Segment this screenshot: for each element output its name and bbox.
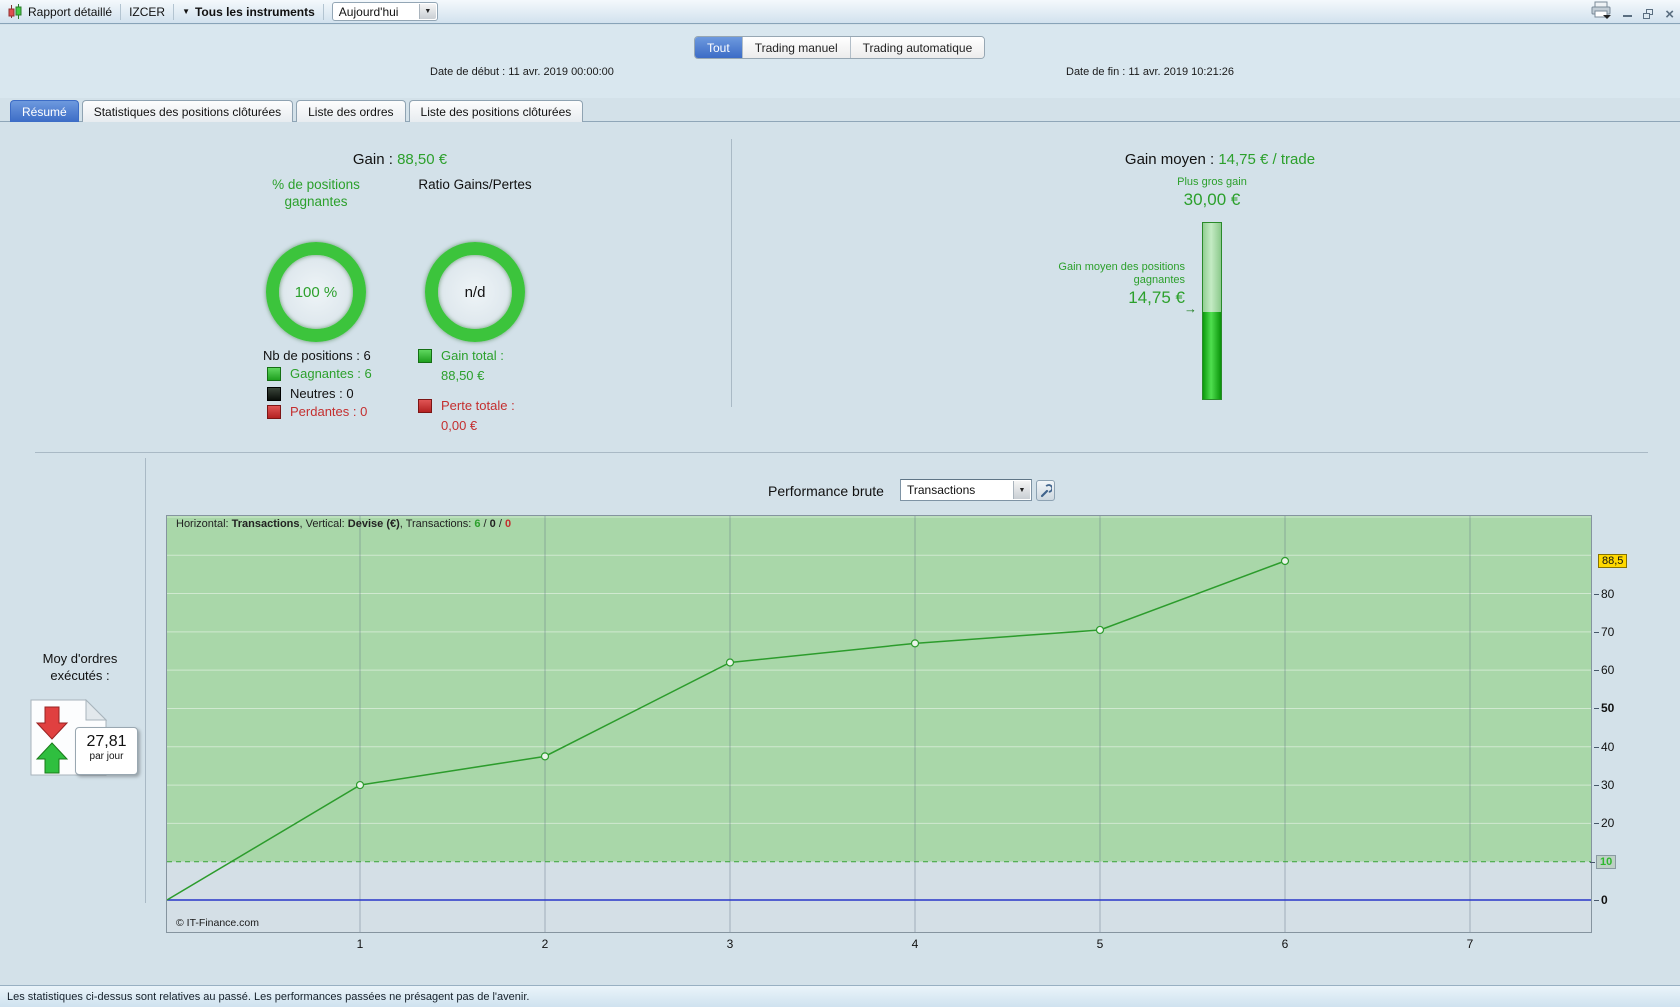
candlestick-icon [8, 4, 23, 19]
performance-mode-select[interactable]: Transactions ▼ [900, 479, 1032, 501]
wrench-icon [1040, 484, 1052, 498]
gain-total-value: 88,50 € [441, 368, 485, 383]
summary-divider [731, 139, 732, 407]
ratio-title: Ratio Gains/Pertes [418, 177, 532, 192]
avg-win-arrow-icon: → [1184, 301, 1197, 316]
gain-heading: Gain : 88,50 € [352, 151, 448, 168]
report-window: Rapport détaillé IZCER ▼ Tous les instru… [0, 0, 1680, 1007]
date-end: Date de fin : 11 avr. 2019 10:21:26 [1066, 66, 1234, 78]
loss-total-value: 0,00 € [441, 418, 478, 433]
x-axis-tick-label: 7 [1466, 937, 1474, 951]
avg-win-label: Gain moyen des positions gagnantes [1058, 261, 1185, 286]
losing-legend-swatch [267, 405, 281, 419]
avg-gain-heading: Gain moyen : 14,75 € / trade [1124, 151, 1316, 168]
y-axis-tick-label: 10 [1589, 854, 1617, 869]
print-button[interactable] [1590, 1, 1612, 22]
gain-total-swatch [418, 349, 432, 363]
biggest-gain-value: 30,00 € [1183, 190, 1241, 209]
y-axis-tick-label: 60 [1593, 663, 1615, 678]
performance-title: Performance brute [768, 483, 884, 499]
winning-legend-label: Gagnantes : 6 [290, 366, 372, 381]
bar-avg-gain-segment [1203, 312, 1221, 399]
losing-legend-label: Perdantes : 0 [290, 404, 368, 419]
segment-trading-manuel[interactable]: Trading manuel [742, 37, 851, 58]
y-axis-tick-label: 88,5 [1598, 554, 1628, 568]
x-axis-tick-label: 6 [1281, 937, 1289, 951]
x-axis-tick-label: 4 [911, 937, 919, 951]
window-controls: × [1590, 1, 1674, 22]
period-select[interactable]: Aujourd'hui ▼ [331, 2, 438, 21]
bar-remainder-segment [1203, 223, 1221, 312]
winning-legend-swatch [267, 367, 281, 381]
positions-count: Nb de positions : 6 [263, 348, 371, 363]
orders-avg-value: 27,81 [86, 733, 127, 750]
chevron-down-icon: ▼ [418, 4, 436, 19]
chart-settings-button[interactable] [1036, 480, 1055, 501]
x-axis-tick-label: 3 [726, 937, 734, 951]
chevron-down-icon: ▼ [182, 7, 190, 16]
orders-avg-value-box: 27,81 par jour [75, 727, 138, 775]
y-axis-tick-label: 20 [1593, 816, 1615, 831]
tab-liste-positions[interactable]: Liste des positions clôturées [408, 100, 584, 122]
tab-statistiques[interactable]: Statistiques des positions clôturées [81, 100, 294, 122]
chart-left-divider [145, 458, 146, 903]
ratio-donut: n/d [425, 242, 525, 342]
x-axis-tick-label: 5 [1096, 937, 1104, 951]
status-bar: Les statistiques ci-dessus sont relative… [0, 985, 1680, 1007]
loss-total-swatch [418, 399, 432, 413]
orders-avg-unit: par jour [89, 751, 124, 762]
loss-total-label: Perte totale : [441, 398, 515, 413]
segment-trading-automatique[interactable]: Trading automatique [850, 37, 985, 58]
minimize-button[interactable] [1623, 15, 1633, 17]
disclaimer-text: Les statistiques ci-dessus sont relative… [7, 990, 530, 1003]
performance-chart [166, 515, 1592, 933]
neutral-legend-swatch [267, 387, 281, 401]
neutral-legend-label: Neutres : 0 [290, 386, 354, 401]
restore-button[interactable] [1643, 9, 1654, 20]
close-button[interactable]: × [1665, 7, 1674, 22]
tab-liste-ordres[interactable]: Liste des ordres [296, 100, 406, 122]
chevron-down-icon: ▼ [1013, 481, 1030, 499]
y-axis-tick-label: 30 [1593, 778, 1615, 793]
separator [120, 3, 122, 20]
y-axis-tick-label: 50 [1593, 701, 1615, 716]
separator [322, 3, 324, 20]
y-axis-tick-label: 40 [1593, 739, 1615, 754]
orders-avg-label: Moy d'ordres exécutés : [42, 651, 118, 683]
y-axis-tick-label: 70 [1593, 624, 1615, 639]
y-axis-tick-label: 80 [1593, 586, 1615, 601]
x-axis-tick-label: 1 [356, 937, 364, 951]
chart-canvas [166, 516, 1591, 932]
avg-win-value: 14,75 € [1128, 288, 1185, 307]
tab-resume[interactable]: Résumé [10, 100, 79, 122]
instrument-code[interactable]: IZCER [129, 5, 165, 19]
header-zone: Tout Trading manuel Trading automatique … [0, 25, 1680, 98]
gain-total-label: Gain total : [441, 348, 504, 363]
scope-segmented-control: Tout Trading manuel Trading automatique [694, 36, 986, 59]
x-axis-tick-label: 2 [541, 937, 549, 951]
biggest-gain-label: Plus gros gain [1177, 176, 1247, 188]
report-title: Rapport détaillé [28, 4, 113, 19]
tab-strip: Résumé Statistiques des positions clôtur… [10, 100, 584, 122]
winners-pct-donut: 100 % [266, 242, 366, 342]
chart-info-bar: Horizontal: Transactions, Vertical: Devi… [176, 518, 512, 530]
segment-tout[interactable]: Tout [695, 37, 743, 58]
copyright-label: © IT-Finance.com [176, 917, 260, 929]
instruments-dropdown[interactable]: ▼ Tous les instruments [182, 5, 315, 19]
winners-pct-title: % de positions gagnantes [272, 177, 360, 209]
biggest-gain-bar [1202, 222, 1222, 400]
section-divider [35, 452, 1648, 453]
toolbar: Rapport détaillé IZCER ▼ Tous les instru… [0, 0, 1680, 24]
separator [173, 3, 175, 20]
date-start: Date de début : 11 avr. 2019 00:00:00 [430, 66, 614, 78]
y-axis-tick-label: 0 [1594, 893, 1608, 907]
